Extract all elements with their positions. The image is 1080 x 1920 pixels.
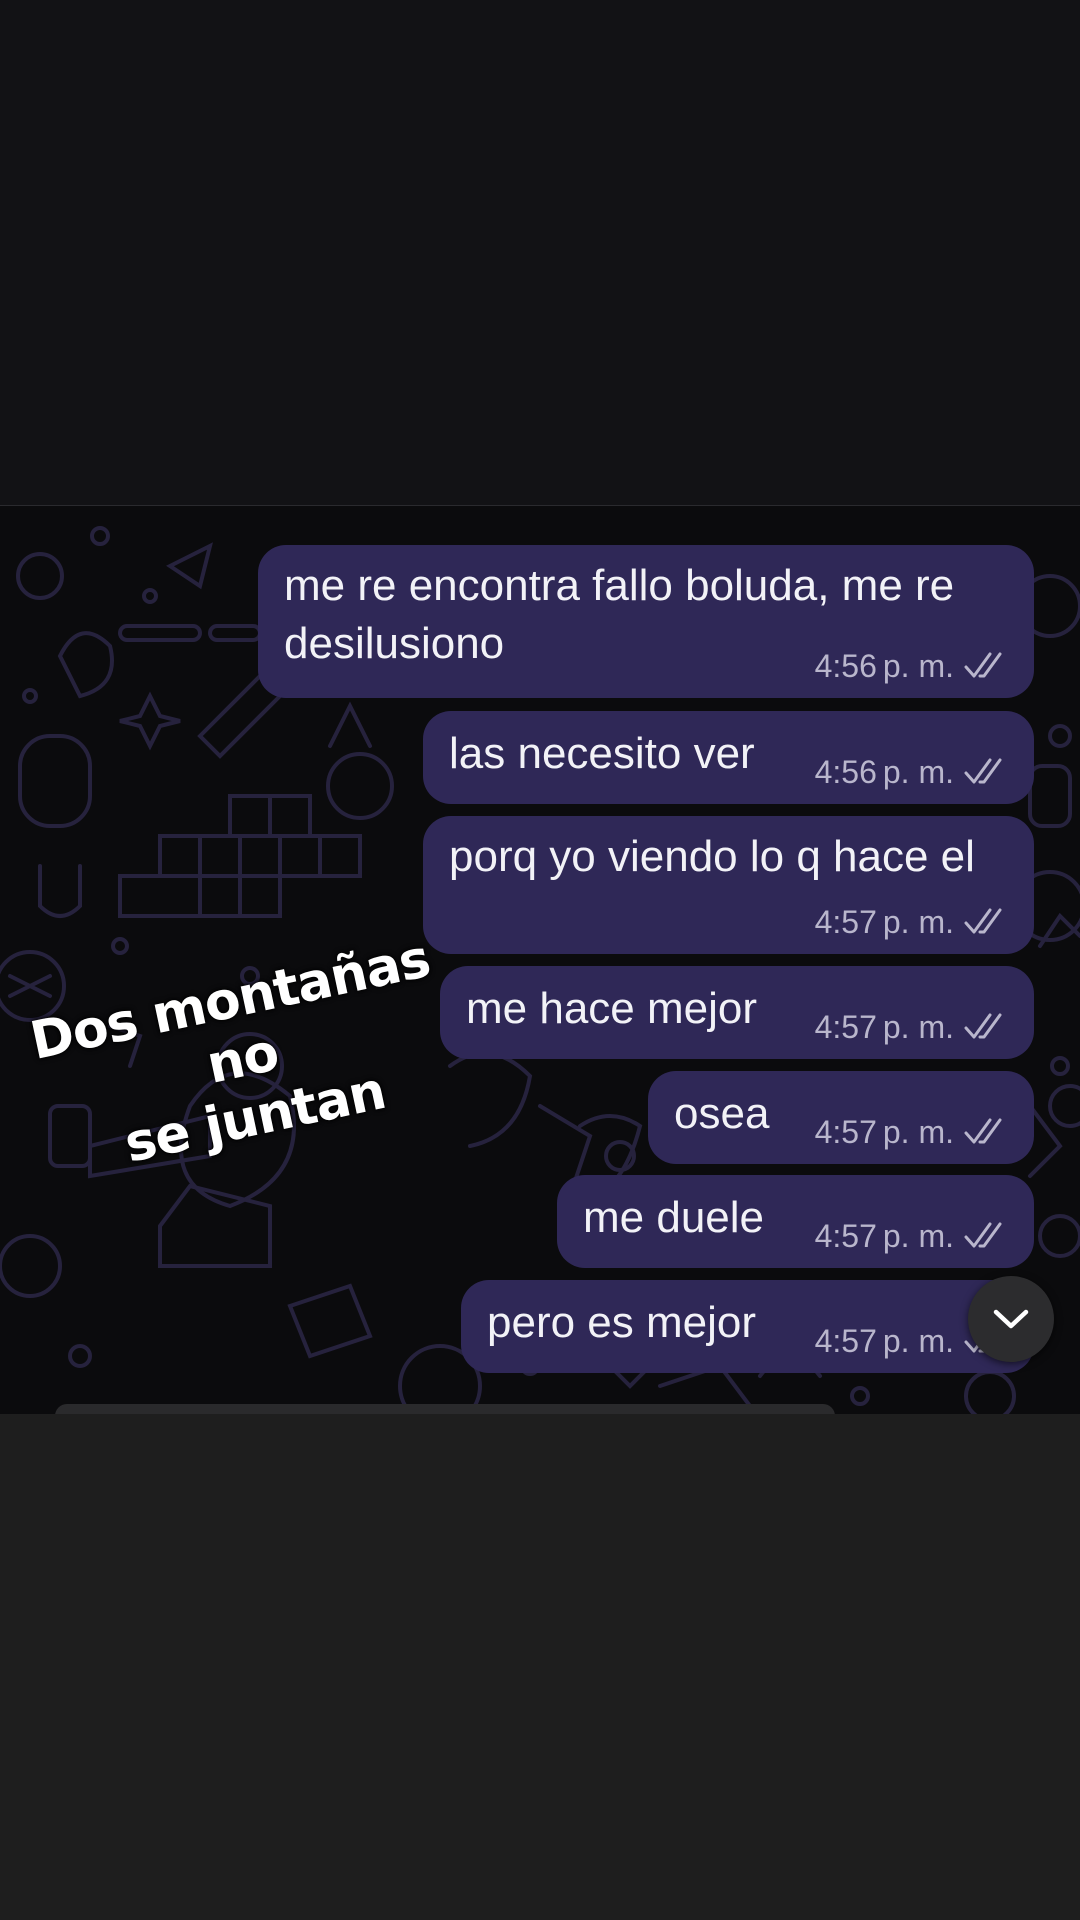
message-text: me hace mejor bbox=[466, 984, 758, 1033]
chevron-down-icon bbox=[993, 1309, 1029, 1329]
message-text: porq yo viendo lo q hace el bbox=[449, 832, 975, 881]
double-check-icon bbox=[964, 758, 1002, 784]
message-text: me duele bbox=[583, 1193, 765, 1242]
message-bubble[interactable]: porq yo viendo lo q hace el 4:57 p. m. bbox=[423, 816, 1034, 954]
message-bubble[interactable]: me re encontra fallo boluda, me re desil… bbox=[258, 545, 1034, 698]
double-check-icon bbox=[964, 1222, 1002, 1248]
scroll-down-button[interactable] bbox=[968, 1276, 1054, 1362]
message-text: las necesito ver bbox=[449, 729, 755, 778]
double-check-icon bbox=[964, 1118, 1002, 1144]
message-meta: 4:57 p. m. bbox=[815, 904, 1008, 940]
message-ampm: p. m. bbox=[882, 648, 954, 684]
story-bottom-background bbox=[0, 1414, 1080, 1920]
double-check-icon bbox=[964, 652, 1002, 678]
chat-screenshot: me re encontra fallo boluda, me re desil… bbox=[0, 505, 1080, 1415]
message-bubble[interactable]: me hace mejor 4:57 p. m. bbox=[440, 966, 1034, 1059]
message-meta: 4:56 p. m. bbox=[815, 754, 1008, 790]
story-top-background bbox=[0, 0, 1080, 505]
message-bubble[interactable]: las necesito ver 4:56 p. m. bbox=[423, 711, 1034, 804]
double-check-icon bbox=[964, 908, 1002, 934]
message-meta: 4:56 p. m. bbox=[815, 648, 1008, 684]
message-ampm: p. m. bbox=[882, 754, 954, 790]
message-ampm: p. m. bbox=[882, 1114, 954, 1150]
message-meta: 4:57 p. m. bbox=[815, 1114, 1008, 1150]
message-meta: 4:57 p. m. bbox=[815, 1009, 1008, 1045]
double-check-icon bbox=[964, 1013, 1002, 1039]
message-bubble[interactable]: me duele 4:57 p. m. bbox=[557, 1175, 1034, 1268]
message-ampm: p. m. bbox=[882, 904, 954, 940]
message-time: 4:57 bbox=[814, 1323, 877, 1359]
message-ampm: p. m. bbox=[882, 1323, 954, 1359]
message-bubble[interactable]: pero es mejor 4:57 p. m. bbox=[461, 1280, 1034, 1373]
message-text: desilusiono bbox=[284, 619, 505, 668]
message-time: 4:57 bbox=[814, 1218, 877, 1254]
message-time: 4:56 bbox=[814, 754, 877, 790]
message-text: me re encontra fallo boluda, me re bbox=[284, 561, 955, 610]
message-text: osea bbox=[674, 1089, 770, 1138]
message-ampm: p. m. bbox=[882, 1218, 954, 1254]
message-time: 4:57 bbox=[814, 1009, 877, 1045]
message-time: 4:56 bbox=[814, 648, 877, 684]
message-text: pero es mejor bbox=[487, 1298, 757, 1347]
message-bubble[interactable]: osea 4:57 p. m. bbox=[648, 1071, 1034, 1164]
message-time: 4:57 bbox=[814, 904, 877, 940]
message-time: 4:57 bbox=[814, 1114, 877, 1150]
message-meta: 4:57 p. m. bbox=[815, 1218, 1008, 1254]
message-ampm: p. m. bbox=[882, 1009, 954, 1045]
